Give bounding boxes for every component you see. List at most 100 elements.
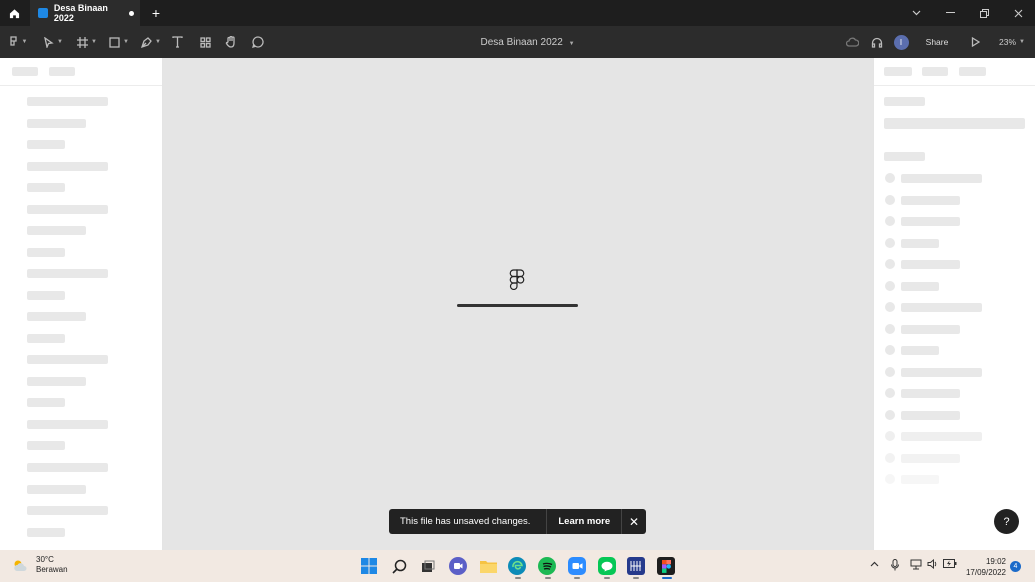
skeleton-swatch [885,238,895,248]
share-button[interactable]: Share [918,26,956,58]
running-indicator [633,577,639,579]
editor-toolbar: ▼ ▼ ▼ ▼ ▼ Desa Binaan 2022 ▼ I Share 23%… [0,26,1035,58]
shape-tool-button[interactable]: ▼ [106,26,132,58]
grid-app-icon [630,561,641,571]
skeleton-row [27,226,86,235]
skeleton-row [901,454,960,463]
skeleton-swatch [885,410,895,420]
volume-button[interactable] [927,558,938,571]
skeleton-tab [959,67,986,76]
weather-widget[interactable]: 30°C Berawan [12,555,68,575]
task-view-button[interactable] [419,557,437,575]
home-button[interactable] [0,0,28,26]
skeleton-tab [884,67,912,76]
user-avatar[interactable]: I [893,26,909,58]
windows-icon [361,558,377,574]
chevron-down-icon [912,10,920,16]
notification-badge[interactable]: 4 [1010,561,1021,572]
skeleton-row [901,239,939,248]
frame-tool-button[interactable]: ▼ [74,26,100,58]
speaker-icon [927,558,937,570]
skeleton-row [27,485,86,494]
skeleton-row [27,506,108,515]
zoom-app-button[interactable] [568,557,586,575]
skeleton-swatch [885,259,895,269]
skeleton-tab [49,67,75,76]
start-button[interactable] [360,557,378,575]
hand-tool-button[interactable] [222,26,240,58]
unsaved-dot-icon [129,10,134,16]
windows-taskbar: 30°C Berawan 19:02 17/09/2022 4 [0,550,1035,582]
tab-title: Desa Binaan 2022 [53,3,108,23]
search-icon [391,559,406,574]
edge-button[interactable] [508,557,526,575]
frame-icon [77,36,89,48]
skeleton-row [901,196,960,205]
canvas[interactable] [163,58,873,550]
show-hidden-icons-button[interactable] [870,559,879,569]
resources-button[interactable] [196,26,214,58]
cloud-icon [845,37,859,47]
spotify-button[interactable] [538,557,556,575]
running-indicator [545,577,551,579]
clock[interactable]: 19:02 17/09/2022 [966,556,1006,578]
audio-button[interactable] [868,26,886,58]
file-explorer-button[interactable] [479,557,497,575]
restore-button[interactable] [967,0,1001,26]
task-view-icon [422,560,435,572]
skeleton-row [27,420,108,429]
skeleton-swatch [885,324,895,334]
skeleton-row [27,140,65,149]
components-icon [199,36,211,48]
skeleton-row [27,355,108,364]
teams-chat-button[interactable] [449,557,467,575]
edge-icon [512,560,523,570]
move-tool-button[interactable]: ▼ [40,26,66,58]
battery-button[interactable] [943,559,957,570]
avatar: I [893,34,909,50]
skeleton-row [27,97,108,106]
home-icon [9,8,19,18]
loading-progress-bar [457,304,578,307]
skeleton-row [901,282,939,291]
text-tool-button[interactable] [168,26,186,58]
minimize-button[interactable] [933,0,967,26]
main-menu-button[interactable]: ▼ [6,26,30,58]
present-button[interactable] [966,26,984,58]
document-title[interactable]: Desa Binaan 2022 ▼ [480,37,574,48]
layers-panel-skeleton [0,58,163,550]
figma-logo-icon [509,269,525,290]
save-status-button[interactable] [843,26,861,58]
microphone-icon [891,559,899,571]
loading-progress-fill [457,304,578,307]
skeleton-row [901,325,960,334]
microphone-button[interactable] [891,559,899,573]
chevron-down-icon: ▼ [1019,39,1025,45]
tabs-dropdown-button[interactable] [899,0,933,26]
skeleton-swatch [885,431,895,441]
figma-app-button[interactable] [657,557,675,575]
toast-close-button[interactable]: ✕ [622,515,646,529]
skeleton-row [901,475,939,484]
text-icon [171,36,183,48]
zoom-dropdown[interactable]: 23% ▼ [995,26,1029,58]
pen-tool-button[interactable]: ▼ [138,26,164,58]
line-app-button[interactable] [598,557,616,575]
comment-tool-button[interactable] [249,26,267,58]
learn-more-button[interactable]: Learn more [547,516,621,527]
skeleton-row [27,205,108,214]
network-button[interactable] [910,559,922,572]
close-window-button[interactable] [1001,0,1035,26]
panel-divider [874,85,1035,86]
zoom-camera-icon [572,563,582,569]
skeleton-swatch [885,367,895,377]
skeleton-swatch [885,388,895,398]
skeleton-row [27,119,86,128]
help-button[interactable]: ? [994,509,1019,534]
new-tab-button[interactable]: + [145,5,167,21]
skeleton-swatch [885,216,895,226]
play-icon [971,37,980,47]
tab-desa-binaan[interactable]: Desa Binaan 2022 [30,0,140,26]
photo-app-button[interactable] [627,557,645,575]
search-button[interactable] [390,557,408,575]
